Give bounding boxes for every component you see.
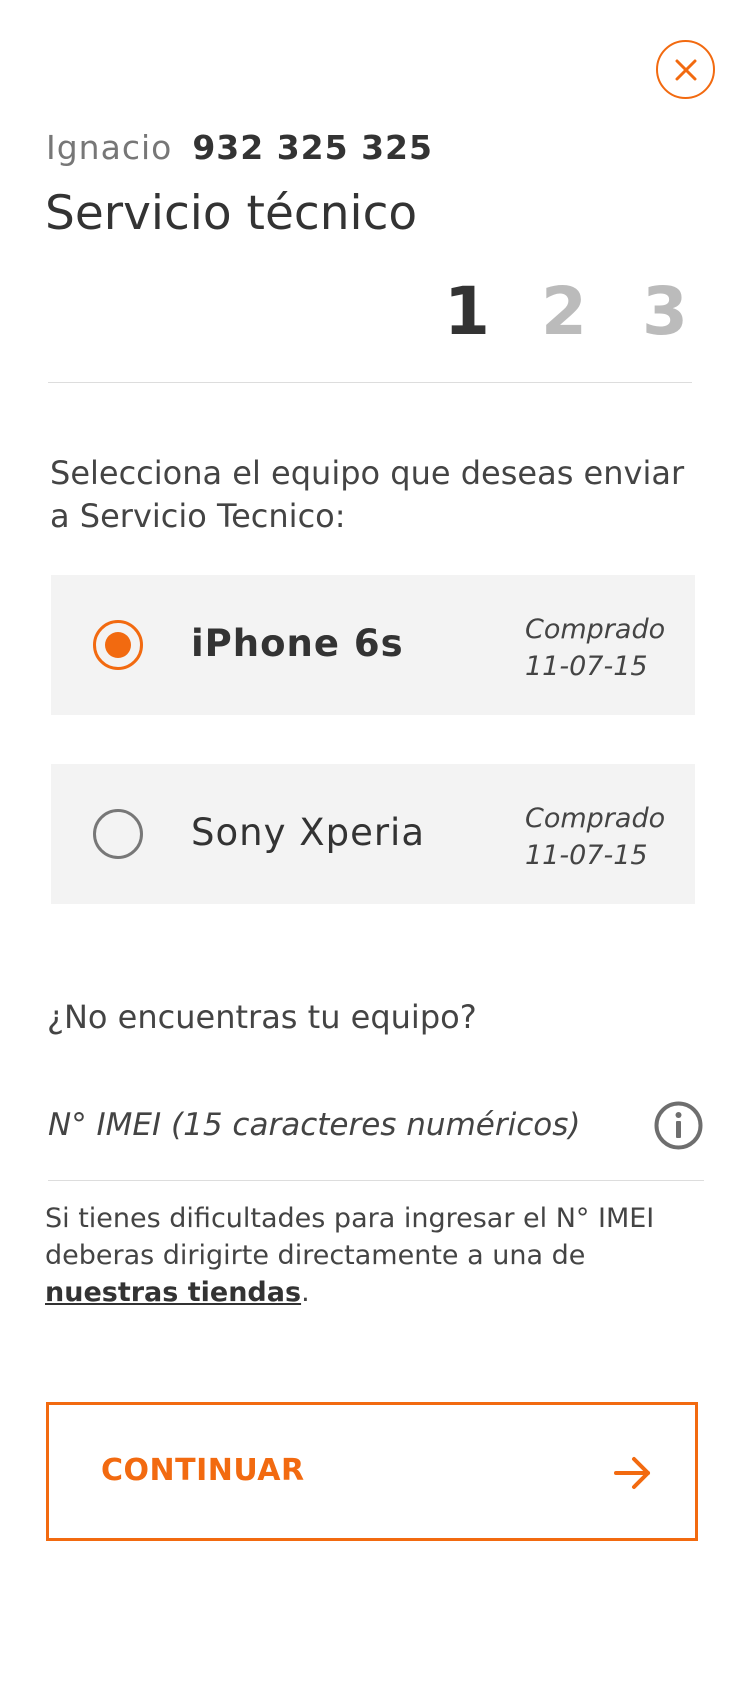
help-text-body: Si tienes dificultades para ingresar el … [45,1203,655,1271]
stepper: 1 2 3 [0,272,750,352]
device-purchase-info: Comprado 11-07-15 [525,800,665,874]
purchased-date: 11-07-15 [525,840,648,871]
radio-button-selected[interactable] [93,620,143,670]
arrow-right-icon [614,1455,652,1491]
purchased-label: Comprado [525,803,666,834]
step-1: 1 [444,273,490,350]
close-button[interactable] [656,40,715,99]
step-2: 2 [541,273,587,350]
device-name: iPhone 6s [191,622,404,665]
device-option-iphone-6s[interactable]: iPhone 6s Comprado 11-07-15 [51,575,695,715]
device-name: Sony Xperia [191,811,425,854]
info-icon[interactable] [653,1100,704,1151]
device-select-instruction: Selecciona el equipo que deseas enviar a… [50,454,685,535]
imei-help-text: Si tienes dificultades para ingresar el … [45,1200,705,1311]
purchased-label: Comprado [525,614,666,645]
step-3: 3 [642,273,688,350]
user-phone-number: 932 325 325 [192,128,433,167]
user-info: Ignacio 932 325 325 [46,128,433,167]
device-purchase-info: Comprado 11-07-15 [525,611,665,685]
user-name: Ignacio [46,128,173,167]
imei-field [48,1090,704,1181]
page-title: Servicio técnico [45,186,418,241]
header-divider [48,382,692,383]
device-not-found-question: ¿No encuentras tu equipo? [47,998,477,1036]
close-icon [675,59,697,81]
imei-input[interactable] [48,1090,628,1160]
help-text-end: . [301,1277,310,1308]
continue-button[interactable]: CONTINUAR [46,1402,698,1541]
radio-button[interactable] [93,809,143,859]
stores-link[interactable]: nuestras tiendas [45,1277,301,1308]
purchased-date: 11-07-15 [525,651,648,682]
device-option-sony-xperia[interactable]: Sony Xperia Comprado 11-07-15 [51,764,695,904]
continue-label: CONTINUAR [101,1453,305,1488]
